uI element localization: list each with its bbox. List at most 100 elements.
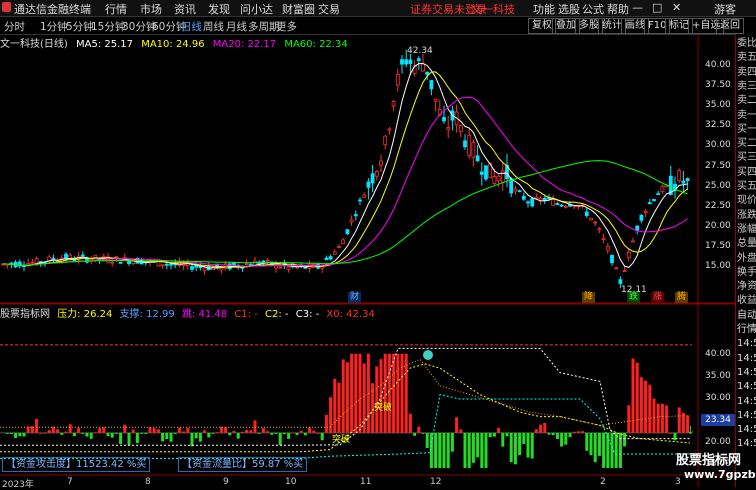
quote-panel-item: 行情: [737, 324, 756, 335]
tab-fenshi[interactable]: 分时: [4, 19, 25, 34]
indicator-bar: [484, 432, 488, 469]
indicator-bar: [644, 380, 648, 433]
tab-monthly[interactable]: 月线: [226, 19, 247, 34]
candle-body: [358, 199, 362, 202]
time-tick-label: 12: [430, 477, 442, 487]
signal-circle-icon: [423, 350, 433, 360]
tab-daily[interactable]: 日线: [181, 19, 202, 34]
quote-panel-item: 14:50: [737, 352, 756, 364]
marker-tupo-2: 突破: [332, 435, 351, 445]
price-tick-label: 30.00: [705, 140, 731, 151]
indicator-bar: [249, 430, 253, 433]
indicator-bar: [102, 427, 106, 433]
candle-body: [610, 254, 614, 264]
menu-shichang[interactable]: 市场: [140, 1, 162, 17]
indicator-bar: [434, 432, 438, 469]
tab-more[interactable]: 更多: [276, 19, 297, 34]
indicator-bar: [337, 382, 341, 433]
current-value-badge: 23.34: [701, 414, 735, 426]
indicator-bar: [589, 432, 593, 456]
menu-gongshi[interactable]: 公式: [582, 1, 604, 17]
indicator-bar: [576, 431, 580, 433]
candle-body: [349, 219, 354, 223]
menu-bangzhu[interactable]: 帮助: [607, 1, 629, 17]
candle-body: [110, 261, 115, 264]
minimize-icon[interactable]: —: [632, 1, 643, 14]
quote-panel-item: 涨幅: [737, 223, 756, 235]
candle-body: [643, 210, 648, 214]
period-tab-bar: 分时 1分钟 5分钟 15分钟 30分钟 60分钟 日线 周线 月线 多周期 更…: [0, 17, 756, 35]
tab-5min[interactable]: 5分钟: [66, 19, 94, 34]
menu-xuangu[interactable]: 选股: [558, 1, 580, 17]
candle-body: [433, 98, 438, 102]
candle-body: [408, 59, 413, 65]
candle-body: [517, 190, 522, 193]
price-tick-label: 32.50: [705, 120, 731, 131]
indicator-bar: [614, 432, 618, 469]
indicator-bar: [135, 432, 139, 444]
time-tick-label: 10: [285, 477, 297, 487]
guest-label[interactable]: 游客: [714, 1, 736, 17]
menu-gongneng[interactable]: 功能: [533, 1, 555, 17]
menu-jiaoyi[interactable]: 交易: [318, 1, 340, 17]
indicator-bar: [509, 432, 513, 463]
candle-body: [68, 254, 73, 259]
indicator-bar: [203, 430, 207, 433]
candle-body: [471, 142, 476, 158]
indicator-bar: [492, 432, 496, 437]
indicator-bar: [501, 432, 505, 447]
marker-cai[interactable]: 财: [348, 292, 362, 303]
marker-tupo-1: 突破: [374, 403, 393, 413]
indicator-bar: [190, 432, 194, 447]
indicator-bar: [81, 432, 85, 434]
close-icon[interactable]: ✕: [672, 1, 681, 14]
menu-caifuquan[interactable]: 财富圈: [282, 1, 315, 17]
indicator-bar: [341, 359, 345, 433]
menu-faxian[interactable]: 发现: [208, 1, 230, 17]
tab-15min[interactable]: 15分钟: [91, 19, 125, 34]
high-price-label: 42.34: [407, 46, 433, 56]
menu-hangqing[interactable]: 行情: [105, 1, 127, 17]
marker-teng[interactable]: 腾: [675, 292, 689, 303]
indicator-bar: [110, 432, 114, 438]
tool-back[interactable]: 返回: [716, 18, 744, 34]
indicator-bar: [656, 403, 660, 433]
marker-zhang[interactable]: 涨: [651, 292, 665, 303]
indicator-bar: [413, 432, 417, 436]
indicator-bar: [144, 432, 148, 434]
indicator-bar: [291, 432, 295, 434]
marker-jiang[interactable]: 降: [582, 292, 596, 303]
candle-body: [353, 214, 358, 217]
quote-panel-item: 外盘: [737, 252, 756, 264]
indicator-bar: [77, 427, 81, 433]
candle-body: [421, 63, 425, 72]
marker-die[interactable]: 跌: [627, 292, 641, 303]
indicator-bar: [555, 432, 559, 439]
indicator-bar: [39, 432, 43, 434]
kline-chart[interactable]: [0, 34, 735, 487]
indicator-bar: [488, 432, 492, 438]
menu-zixun[interactable]: 资讯: [174, 1, 196, 17]
time-tick-label: 2: [600, 477, 606, 487]
indicator-bar: [518, 432, 522, 456]
indicator-bar: [266, 431, 270, 433]
candle-body: [30, 261, 35, 264]
candle-body: [164, 263, 169, 266]
indicator-bar: [358, 353, 362, 433]
tab-1min[interactable]: 1分钟: [40, 19, 68, 34]
candle-body: [526, 201, 530, 204]
indicator-bar: [463, 432, 467, 469]
candle-body: [530, 198, 535, 207]
tab-multiperiod[interactable]: 多周期: [248, 19, 280, 34]
indicator-bar: [257, 432, 261, 434]
menu-wenxiaoda[interactable]: 问小达: [240, 1, 273, 17]
candle-body: [72, 259, 77, 262]
indicator-bar: [287, 432, 291, 439]
maximize-icon[interactable]: □: [652, 1, 662, 14]
indicator-bar: [245, 429, 249, 433]
tab-weekly[interactable]: 周线: [203, 19, 224, 34]
indicator-bar: [186, 428, 190, 433]
candle-body: [647, 202, 652, 204]
candle-body: [328, 256, 333, 260]
indicator-bar: [408, 413, 412, 433]
